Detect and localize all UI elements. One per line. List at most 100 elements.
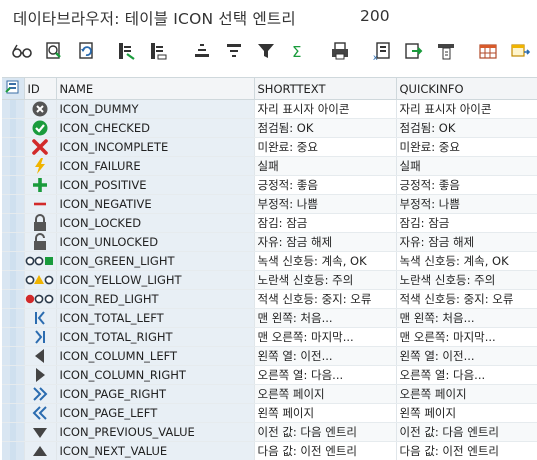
print-button[interactable]	[328, 39, 352, 63]
total-button[interactable]: Σ	[286, 39, 310, 63]
name-cell: ICON_INCOMPLETE	[56, 137, 255, 157]
row-selector[interactable]	[2, 251, 25, 271]
sort-descending-button[interactable]	[222, 39, 246, 63]
yellow-light-icon	[25, 271, 55, 289]
table-row[interactable]: ICON_INCOMPLETE 미완료: 중요 미완료: 중요	[2, 137, 537, 157]
column-header-shorttext[interactable]: SHORTTEXT	[254, 78, 397, 100]
row-selector[interactable]	[2, 346, 25, 366]
grid-layout-button[interactable]	[476, 39, 500, 63]
table-row[interactable]: ICON_DUMMY 자리 표시자 아이콘 자리 표시자 아이콘	[2, 99, 537, 119]
icon-cell	[24, 213, 57, 233]
column-header-quickinfo[interactable]: QUICKINFO	[396, 78, 537, 100]
icon-cell	[24, 232, 57, 252]
check-entry-button[interactable]	[42, 39, 66, 63]
print-icon	[329, 40, 351, 62]
name-cell: ICON_LOCKED	[56, 213, 255, 233]
table-row[interactable]: ICON_YELLOW_LIGHT 노란색 신호등: 주의 노란색 신호등: 주의	[2, 270, 537, 290]
layout-button[interactable]	[434, 39, 458, 63]
row-selector[interactable]	[2, 137, 25, 157]
green-light-icon	[25, 252, 55, 270]
select-all-button[interactable]	[2, 78, 25, 100]
document-check-icon	[43, 40, 65, 62]
sort-ascending-button[interactable]	[190, 39, 214, 63]
shorttext-cell: 잠김: 잠금	[254, 213, 397, 233]
row-selector[interactable]	[2, 308, 25, 328]
page-left-icon	[25, 404, 55, 422]
display-glasses-button[interactable]	[10, 39, 34, 63]
row-selector[interactable]	[2, 118, 25, 138]
quickinfo-cell: 맨 왼쪽: 처음...	[396, 308, 537, 328]
shorttext-cell: 실패	[254, 156, 397, 176]
shorttext-cell: 맨 왼쪽: 처음...	[254, 308, 397, 328]
icon-cell	[24, 365, 57, 385]
row-selector[interactable]	[2, 175, 25, 195]
filter-button[interactable]	[254, 39, 278, 63]
deselect-column-button[interactable]	[146, 39, 170, 63]
shorttext-cell: 미완료: 중요	[254, 137, 397, 157]
sigma-icon: Σ	[287, 40, 309, 62]
row-selector[interactable]	[2, 403, 25, 423]
row-selector[interactable]	[2, 422, 25, 442]
table-row[interactable]: ICON_COLUMN_LEFT 왼쪽 열: 이전... 왼쪽 열: 이전...	[2, 346, 537, 366]
shorttext-cell: 적색 신호등: 중지: 오류	[254, 289, 397, 309]
icon-cell	[24, 308, 57, 328]
quickinfo-cell: 적색 신호등: 중지: 오류	[396, 289, 537, 309]
table-row[interactable]: ICON_TOTAL_LEFT 맨 왼쪽: 처음... 맨 왼쪽: 처음...	[2, 308, 537, 328]
shorttext-cell: 이전 값: 다음 엔트리	[254, 422, 397, 442]
entry-count: 200	[360, 7, 390, 25]
checked-icon	[25, 119, 55, 137]
quickinfo-cell: 실패	[396, 156, 537, 176]
row-selector[interactable]	[2, 327, 25, 347]
table-row[interactable]: ICON_COLUMN_RIGHT 오른쪽 열: 다음... 오른쪽 열: 다음..…	[2, 365, 537, 385]
row-selector[interactable]	[2, 384, 25, 404]
column-header-id[interactable]: ID	[24, 78, 57, 100]
name-cell: ICON_YELLOW_LIGHT	[56, 270, 255, 290]
incomplete-icon	[25, 138, 55, 156]
row-selector[interactable]	[2, 156, 25, 176]
shorttext-cell: 다음 값: 이전 엔트리	[254, 441, 397, 460]
table-row[interactable]: ICON_RED_LIGHT 적색 신호등: 중지: 오류 적색 신호등: 중지: …	[2, 289, 537, 309]
quickinfo-cell: 맨 오른쪽: 마지막...	[396, 327, 537, 347]
row-selector[interactable]	[2, 270, 25, 290]
table-row[interactable]: ICON_PAGE_RIGHT 오른쪽 페이지 오른쪽 페이지	[2, 384, 537, 404]
name-cell: ICON_DUMMY	[56, 99, 255, 119]
layout-icon	[435, 40, 457, 62]
table-row[interactable]: ICON_PAGE_LEFT 왼쪽 페이지 왼쪽 페이지	[2, 403, 537, 423]
quickinfo-cell: 왼쪽 페이지	[396, 403, 537, 423]
shorttext-cell: 자리 표시자 아이콘	[254, 99, 397, 119]
name-cell: ICON_PREVIOUS_VALUE	[56, 422, 255, 442]
choose-layout-button[interactable]	[508, 39, 532, 63]
red-light-icon	[25, 290, 55, 308]
row-selector[interactable]	[2, 213, 25, 233]
table-row[interactable]: ICON_GREEN_LIGHT 녹색 신호등: 계속, OK 녹색 신호등: 계속…	[2, 251, 537, 271]
column-header-name[interactable]: NAME	[56, 78, 255, 100]
select-column-icon	[115, 40, 137, 62]
quickinfo-cell: 부정적: 나쁨	[396, 194, 537, 214]
table-row[interactable]: ICON_NEXT_VALUE 다음 값: 이전 엔트리 다음 값: 이전 엔트리	[2, 441, 537, 460]
svg-text:x: x	[373, 53, 378, 62]
icon-cell	[24, 327, 57, 347]
table-row[interactable]: ICON_UNLOCKED 자유: 잠금 해제 자유: 잠금 해제	[2, 232, 537, 252]
name-cell: ICON_PAGE_LEFT	[56, 403, 255, 423]
table-row[interactable]: ICON_LOCKED 잠김: 잠금 잠김: 잠금	[2, 213, 537, 233]
row-selector[interactable]	[2, 289, 25, 309]
row-selector[interactable]	[2, 194, 25, 214]
row-selector[interactable]	[2, 99, 25, 119]
row-selector[interactable]	[2, 365, 25, 385]
table-row[interactable]: ICON_POSITIVE 긍정적: 좋음 긍정적: 좋음	[2, 175, 537, 195]
export-excel-button[interactable]: x	[370, 39, 394, 63]
export-file-button[interactable]	[402, 39, 426, 63]
table-row[interactable]: ICON_CHECKED 점검됨: OK 점검됨: OK	[2, 118, 537, 138]
row-selector[interactable]	[2, 441, 25, 460]
icon-cell	[24, 346, 57, 366]
refresh-button[interactable]	[74, 39, 98, 63]
table-row[interactable]: ICON_PREVIOUS_VALUE 이전 값: 다음 엔트리 이전 값: 다음 …	[2, 422, 537, 442]
quickinfo-cell: 미완료: 중요	[396, 137, 537, 157]
table-row[interactable]: ICON_TOTAL_RIGHT 맨 오른쪽: 마지막... 맨 오른쪽: 마지막.…	[2, 327, 537, 347]
table-row[interactable]: ICON_FAILURE 실패 실패	[2, 156, 537, 176]
quickinfo-cell: 잠김: 잠금	[396, 213, 537, 233]
select-column-button[interactable]	[114, 39, 138, 63]
table-row[interactable]: ICON_NEGATIVE 부정적: 나쁨 부정적: 나쁨	[2, 194, 537, 214]
row-selector[interactable]	[2, 232, 25, 252]
icon-cell	[24, 422, 57, 442]
